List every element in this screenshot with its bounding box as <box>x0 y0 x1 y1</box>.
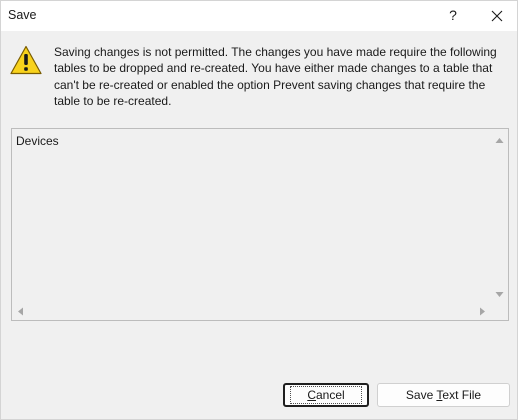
warning-message: Saving changes is not permitted. The cha… <box>54 45 497 108</box>
warning-icon <box>10 45 42 75</box>
save-label-pre: Save <box>405 388 437 402</box>
help-button[interactable]: ? <box>431 1 475 31</box>
dialog-title: Save <box>8 8 37 22</box>
vertical-scrollbar[interactable] <box>491 129 508 303</box>
cancel-button[interactable]: Cancel <box>283 383 369 407</box>
title-bar[interactable]: Save ? <box>1 1 517 31</box>
scroll-down-arrow-icon[interactable] <box>491 286 508 303</box>
save-label-rest: ext File <box>442 388 482 402</box>
save-dialog: Save ? Saving changes is not permitted. … <box>0 0 518 420</box>
scroll-right-arrow-icon[interactable] <box>474 303 491 320</box>
scroll-left-arrow-icon[interactable] <box>12 303 29 320</box>
cancel-label-rest: ancel <box>315 388 345 402</box>
help-icon: ? <box>449 7 457 23</box>
scroll-up-arrow-icon[interactable] <box>491 132 508 149</box>
cancel-label: Cancel <box>290 386 362 404</box>
cancel-mnemonic: C <box>307 388 316 402</box>
save-text-file-button[interactable]: Save Text File <box>377 383 510 407</box>
scrollbar-corner <box>491 303 508 320</box>
close-button[interactable] <box>475 1 518 31</box>
close-icon <box>491 10 503 22</box>
horizontal-scrollbar[interactable] <box>12 303 491 320</box>
affected-tables-list[interactable]: Devices <box>11 128 509 321</box>
list-item: Devices <box>16 134 59 148</box>
